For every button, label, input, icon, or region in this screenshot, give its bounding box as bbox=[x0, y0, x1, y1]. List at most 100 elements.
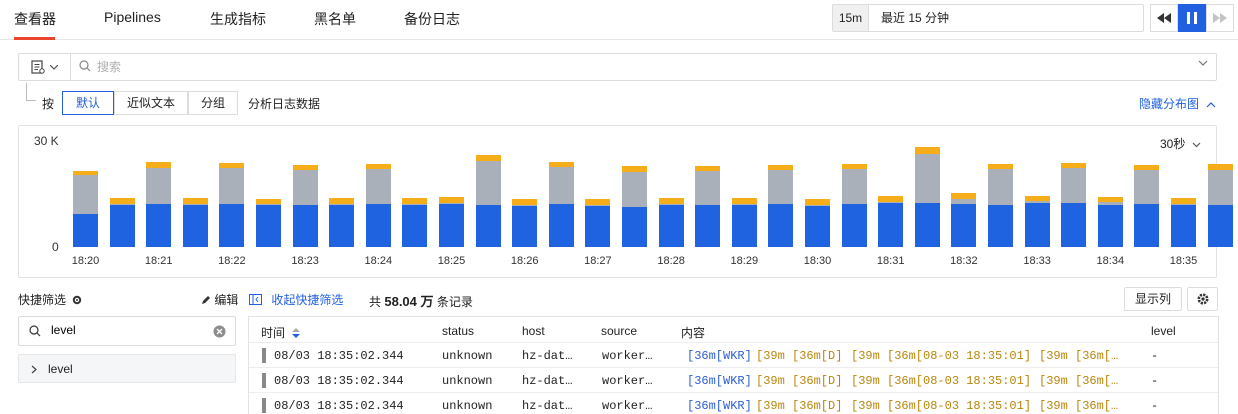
table-settings-button[interactable] bbox=[1187, 287, 1218, 311]
cell-content-prefix: [36m[WKR] bbox=[687, 349, 752, 363]
quick-filter-input[interactable] bbox=[51, 323, 201, 337]
cell-time: 08/03 18:35:02.344 bbox=[274, 349, 404, 363]
col-header-content[interactable]: 内容 bbox=[681, 324, 705, 341]
group-default-button[interactable]: 默认 bbox=[62, 91, 114, 115]
cell-level: - bbox=[1151, 374, 1159, 388]
cell-source: worker… bbox=[602, 374, 653, 388]
bar-segment-yellow bbox=[219, 162, 245, 169]
search-bar bbox=[18, 53, 1217, 81]
x-tick-label: 18:21 bbox=[144, 255, 173, 267]
col-header-time[interactable]: 时间 bbox=[261, 324, 301, 341]
collapse-panel-icon bbox=[249, 294, 262, 305]
active-tab-indicator bbox=[14, 37, 55, 40]
log-table: 时间 status host source 内容 level 08/03 18:… bbox=[248, 316, 1219, 414]
search-input[interactable] bbox=[97, 57, 1177, 77]
source-selector[interactable] bbox=[19, 54, 71, 80]
forward-button[interactable] bbox=[1206, 4, 1234, 32]
bar-segment-gray bbox=[658, 203, 684, 205]
x-tick-label: 18:31 bbox=[876, 255, 905, 267]
table-row[interactable]: 08/03 18:35:02.344 unknown hz-dat… worker… [… bbox=[249, 392, 1218, 414]
col-header-level[interactable]: level bbox=[1151, 324, 1176, 338]
x-tick-label: 18:32 bbox=[950, 255, 978, 267]
bar-segment-blue bbox=[731, 204, 757, 247]
time-range-label: 最近 15 分钟 bbox=[881, 11, 950, 25]
bar-segment-yellow bbox=[475, 155, 501, 162]
rewind-button[interactable] bbox=[1150, 4, 1178, 32]
bar-segment-gray bbox=[329, 203, 355, 206]
group-by-prefix: 按 bbox=[42, 97, 55, 111]
facet-level[interactable]: level bbox=[18, 354, 236, 383]
tab-viewer[interactable]: 查看器 bbox=[14, 9, 56, 29]
bar-segment-blue bbox=[658, 204, 684, 247]
tab-backup-logs[interactable]: 备份日志 bbox=[404, 9, 460, 29]
bar-segment-blue bbox=[1171, 204, 1196, 247]
bar-segment-yellow bbox=[695, 166, 721, 172]
x-tick-label: 18:20 bbox=[71, 255, 100, 267]
cell-source: worker… bbox=[602, 399, 653, 413]
record-total: 共 58.04 万 条记录 bbox=[369, 291, 473, 310]
quick-filter-header: 快捷筛选 bbox=[18, 291, 82, 308]
bar-segment-yellow bbox=[1024, 195, 1050, 202]
cell-time: 08/03 18:35:02.344 bbox=[274, 374, 404, 388]
bar-segment-gray bbox=[805, 204, 830, 207]
bar-segment-gray bbox=[841, 169, 867, 204]
bar-segment-gray bbox=[768, 170, 794, 204]
log-list-icon bbox=[31, 60, 45, 74]
table-row[interactable]: 08/03 18:35:02.344 unknown hz-dat… worker… [… bbox=[249, 342, 1218, 367]
bar-segment-blue bbox=[329, 205, 355, 247]
col-header-source[interactable]: source bbox=[601, 324, 637, 338]
gear-icon[interactable] bbox=[72, 295, 82, 305]
cell-host: hz-dat… bbox=[522, 374, 573, 388]
bar-segment-blue bbox=[182, 204, 208, 247]
bar-segment-blue bbox=[292, 204, 318, 247]
row-level-marker bbox=[262, 398, 266, 413]
bar-segment-gray bbox=[73, 174, 98, 214]
edit-label: 编辑 bbox=[214, 293, 239, 307]
interval-selector[interactable]: 30秒 bbox=[1160, 135, 1201, 152]
tab-pipelines[interactable]: Pipelines bbox=[104, 9, 161, 25]
bar-segment-blue bbox=[1061, 202, 1087, 247]
bar-segment-blue bbox=[512, 205, 538, 247]
bar-segment-blue bbox=[1207, 204, 1233, 247]
time-range-picker[interactable]: 15m 最近 15 分钟 bbox=[832, 4, 1144, 32]
search-icon bbox=[29, 325, 41, 337]
bar-segment-blue bbox=[1097, 204, 1123, 247]
show-columns-button[interactable]: 显示列 bbox=[1124, 287, 1182, 311]
bar-segment-blue bbox=[109, 204, 135, 247]
bar-segment-gray bbox=[585, 204, 611, 206]
bar-segment-gray bbox=[439, 202, 464, 204]
cell-content-timestamp: [39m [36m[08-03 18:35:01] bbox=[851, 399, 1032, 413]
pause-button[interactable] bbox=[1178, 4, 1206, 32]
col-header-status[interactable]: status bbox=[442, 324, 474, 338]
bar-segment-yellow bbox=[146, 162, 172, 169]
clear-icon[interactable] bbox=[213, 325, 226, 338]
bar-segment-blue bbox=[622, 206, 647, 247]
x-tick-label: 18:27 bbox=[584, 255, 612, 267]
gear-icon bbox=[1197, 293, 1208, 305]
bar-segment-gray bbox=[1097, 202, 1123, 205]
tab-generate-metrics[interactable]: 生成指标 bbox=[210, 9, 266, 29]
cell-content-level: [39m [36m[D] bbox=[756, 374, 843, 388]
group-similar-text-button[interactable]: 近似文本 bbox=[114, 91, 188, 115]
collapse-quick-filter[interactable]: 收起快捷筛选 bbox=[249, 291, 343, 308]
bar-segment-yellow bbox=[841, 163, 867, 170]
bar-segment-blue bbox=[548, 203, 574, 247]
pencil-icon bbox=[202, 296, 210, 304]
edit-quick-filter[interactable]: 编辑 bbox=[201, 291, 238, 308]
hide-distribution-link[interactable]: 隐藏分布图 bbox=[1139, 95, 1216, 112]
bar-segment-yellow bbox=[329, 198, 355, 204]
tab-blacklist[interactable]: 黑名单 bbox=[314, 9, 356, 29]
bar-segment-gray bbox=[622, 172, 647, 207]
bar-segment-gray bbox=[878, 202, 904, 204]
group-by-group-button[interactable]: 分组 bbox=[188, 91, 238, 115]
tree-connector bbox=[26, 83, 36, 101]
bar-segment-gray bbox=[731, 203, 757, 205]
bar-segment-blue bbox=[914, 202, 940, 247]
col-header-host[interactable]: host bbox=[522, 324, 545, 338]
bar-segment-gray bbox=[109, 203, 135, 205]
table-row[interactable]: 08/03 18:35:02.344 unknown hz-dat… worker… [… bbox=[249, 367, 1218, 392]
cell-content-tail: [39m [36m[… bbox=[1039, 349, 1119, 363]
bar-segment-gray bbox=[256, 204, 281, 206]
search-dropdown-icon[interactable] bbox=[1198, 60, 1208, 66]
total-count: 58.04 万 bbox=[384, 294, 434, 309]
